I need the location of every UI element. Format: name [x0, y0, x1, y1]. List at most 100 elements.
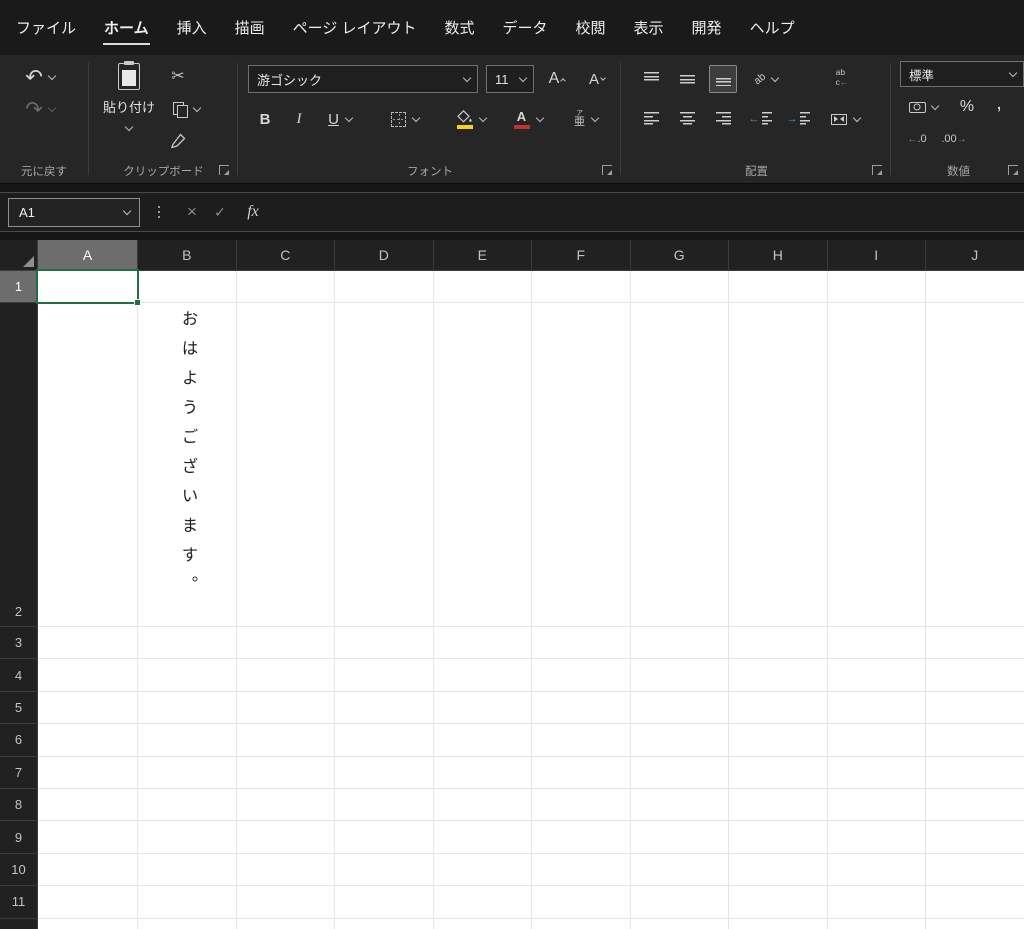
cell-B11[interactable]: [138, 886, 237, 919]
row-header-12[interactable]: 12: [0, 918, 38, 929]
row-header-7[interactable]: 7: [0, 756, 38, 789]
cell-I10[interactable]: [827, 853, 926, 887]
name-box[interactable]: A1: [8, 198, 140, 227]
cell-F1[interactable]: [532, 271, 631, 303]
formula-bar-grip[interactable]: [158, 206, 160, 220]
cell-D9[interactable]: [335, 821, 434, 854]
cell-J8[interactable]: [926, 788, 1024, 822]
format-painter-button[interactable]: [164, 129, 192, 153]
cell-D1[interactable]: [335, 271, 434, 303]
cell-A11[interactable]: [38, 886, 138, 919]
cell-J12[interactable]: [926, 918, 1024, 929]
cell-I5[interactable]: [827, 691, 926, 725]
alignment-dialog-launcher[interactable]: [872, 165, 882, 175]
bold-button[interactable]: B: [252, 105, 278, 133]
cell-G9[interactable]: [630, 821, 729, 854]
cell-F9[interactable]: [532, 821, 631, 854]
cell-E7[interactable]: [433, 756, 532, 789]
row-header-5[interactable]: 5: [0, 691, 38, 725]
cell-I12[interactable]: [827, 918, 926, 929]
cell-B5[interactable]: [138, 691, 237, 725]
row-header-9[interactable]: 9: [0, 821, 38, 854]
phonetic-guide-button[interactable]: ア 亜: [564, 105, 608, 133]
cell-E1[interactable]: [433, 271, 532, 303]
column-header-C[interactable]: C: [237, 240, 335, 270]
cell-H10[interactable]: [729, 853, 828, 887]
menu-tab-formulas[interactable]: 数式: [430, 0, 488, 55]
cell-J2[interactable]: [926, 303, 1024, 627]
column-header-E[interactable]: E: [434, 240, 532, 270]
cell-H1[interactable]: [729, 271, 828, 303]
cell-I3[interactable]: [827, 627, 926, 660]
cell-G7[interactable]: [630, 756, 729, 789]
cell-E6[interactable]: [433, 724, 532, 757]
borders-button[interactable]: [384, 105, 426, 133]
cell-A9[interactable]: [38, 821, 138, 854]
formula-input[interactable]: [276, 193, 1024, 231]
shrink-font-button[interactable]: A: [580, 65, 614, 93]
orientation-button[interactable]: ab: [745, 65, 787, 93]
cell-C12[interactable]: [236, 918, 335, 929]
cell-J3[interactable]: [926, 627, 1024, 660]
cell-G10[interactable]: [630, 853, 729, 887]
cell-B1[interactable]: [138, 271, 237, 303]
cell-F8[interactable]: [532, 788, 631, 822]
cell-G2[interactable]: [630, 303, 729, 627]
cell-E5[interactable]: [433, 691, 532, 725]
cell-G11[interactable]: [630, 886, 729, 919]
cell-I2[interactable]: [827, 303, 926, 627]
column-header-I[interactable]: I: [828, 240, 926, 270]
cell-E4[interactable]: [433, 659, 532, 692]
align-left-button[interactable]: [637, 105, 665, 133]
cell-C6[interactable]: [236, 724, 335, 757]
cell-D10[interactable]: [335, 853, 434, 887]
cell-B3[interactable]: [138, 627, 237, 660]
row-header-10[interactable]: 10: [0, 853, 38, 887]
cell-D6[interactable]: [335, 724, 434, 757]
cell-H5[interactable]: [729, 691, 828, 725]
merge-center-button[interactable]: [821, 105, 869, 133]
cell-F2[interactable]: [532, 303, 631, 627]
increase-decimal-button[interactable]: ← .0: [901, 127, 933, 151]
decrease-indent-button[interactable]: ←: [743, 105, 775, 133]
cell-H12[interactable]: [729, 918, 828, 929]
cell-D5[interactable]: [335, 691, 434, 725]
cell-A3[interactable]: [38, 627, 138, 660]
cell-F3[interactable]: [532, 627, 631, 660]
cell-J6[interactable]: [926, 724, 1024, 757]
font-name-combo[interactable]: 游ゴシック: [248, 65, 478, 93]
percent-style-button[interactable]: %: [955, 95, 979, 119]
number-format-combo[interactable]: 標準: [900, 61, 1024, 87]
cell-I1[interactable]: [827, 271, 926, 303]
align-top-button[interactable]: [637, 65, 665, 93]
cell-A5[interactable]: [38, 691, 138, 725]
cell-F11[interactable]: [532, 886, 631, 919]
font-color-button[interactable]: A: [506, 105, 550, 133]
font-size-combo[interactable]: 11: [486, 65, 534, 93]
menu-tab-view[interactable]: 表示: [620, 0, 678, 55]
enter-button[interactable]: ✓: [208, 193, 232, 231]
cell-H11[interactable]: [729, 886, 828, 919]
align-center-button[interactable]: [673, 105, 701, 133]
menu-tab-review[interactable]: 校閲: [562, 0, 620, 55]
cell-C10[interactable]: [236, 853, 335, 887]
cell-E11[interactable]: [433, 886, 532, 919]
italic-button[interactable]: I: [286, 105, 312, 133]
menu-tab-page-layout[interactable]: ページ レイアウト: [279, 0, 431, 55]
cell-I9[interactable]: [827, 821, 926, 854]
menu-tab-data[interactable]: データ: [489, 0, 562, 55]
cell-G1[interactable]: [630, 271, 729, 303]
grow-font-button[interactable]: A: [540, 65, 574, 93]
menu-tab-developer[interactable]: 開発: [678, 0, 736, 55]
wrap-text-button[interactable]: ab c←: [825, 63, 859, 93]
menu-tab-file[interactable]: ファイル: [2, 0, 90, 55]
cell-J9[interactable]: [926, 821, 1024, 854]
row-header-2[interactable]: 2: [0, 303, 38, 627]
row-header-3[interactable]: 3: [0, 627, 38, 660]
accounting-format-button[interactable]: [903, 95, 943, 119]
align-bottom-button[interactable]: [709, 65, 737, 93]
cell-H8[interactable]: [729, 788, 828, 822]
cell-D2[interactable]: [335, 303, 434, 627]
cell-B9[interactable]: [138, 821, 237, 854]
cell-G6[interactable]: [630, 724, 729, 757]
